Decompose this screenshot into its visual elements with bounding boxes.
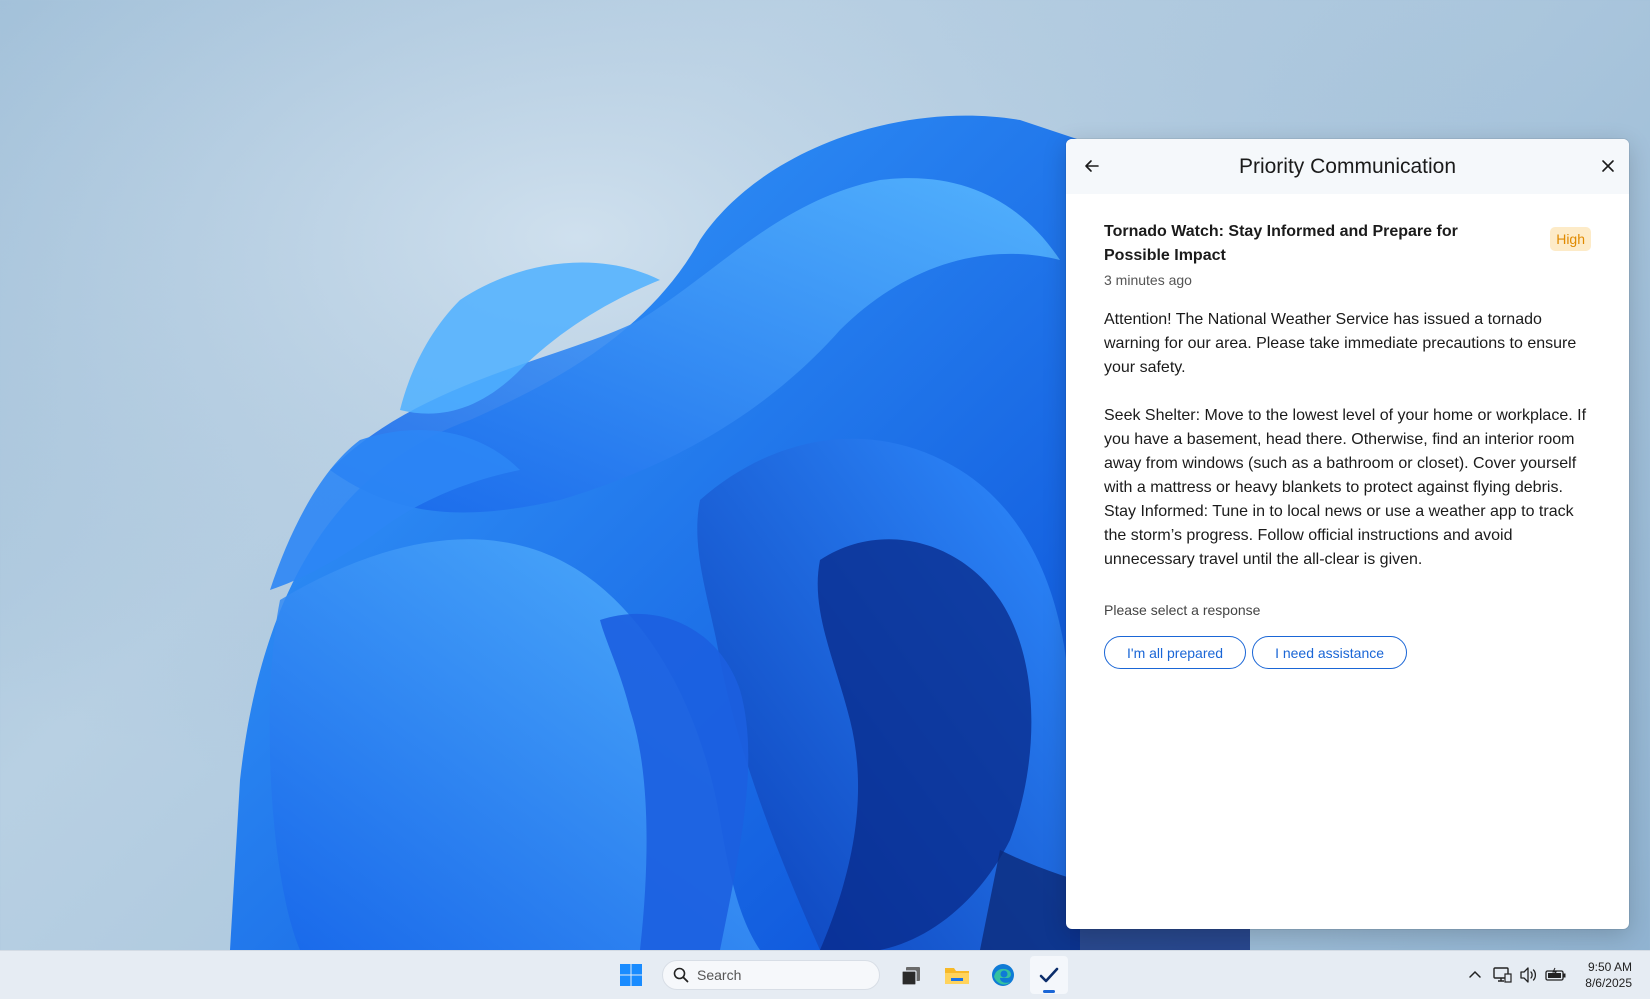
network-icon bbox=[1493, 967, 1512, 983]
show-hidden-icons-button[interactable] bbox=[1463, 963, 1487, 987]
priority-badge: High bbox=[1550, 227, 1591, 251]
windows-start-icon bbox=[620, 964, 642, 986]
network-button[interactable] bbox=[1490, 963, 1514, 987]
response-prompt: Please select a response bbox=[1104, 602, 1261, 618]
file-explorer-icon bbox=[945, 968, 969, 984]
close-icon bbox=[1602, 160, 1614, 172]
checkmark-app-button[interactable] bbox=[1030, 956, 1068, 994]
edge-browser-icon bbox=[992, 964, 1014, 986]
response-options: I'm all prepared I need assistance bbox=[1104, 636, 1591, 669]
message-paragraph: Seek Shelter: Move to the lowest level o… bbox=[1104, 407, 1587, 496]
panel-title: Priority Communication bbox=[1238, 154, 1457, 178]
close-button[interactable] bbox=[1593, 151, 1623, 181]
battery-icon bbox=[1545, 967, 1566, 981]
system-tray: 9:50 AM 8/6/2025 bbox=[1463, 951, 1650, 999]
message-title: Tornado Watch: Stay Informed and Prepare… bbox=[1104, 223, 1458, 264]
edge-browser-button[interactable] bbox=[984, 956, 1022, 994]
clock-time: 9:50 AM bbox=[1587, 960, 1632, 974]
checkmark-app-icon bbox=[1039, 967, 1059, 983]
start-button[interactable] bbox=[612, 956, 650, 994]
panel-header: Priority Communication bbox=[1066, 139, 1629, 194]
message-body: Attention! The National Weather Service … bbox=[1104, 308, 1591, 572]
message-timestamp: 3 minutes ago bbox=[1104, 272, 1192, 288]
back-button[interactable] bbox=[1077, 151, 1107, 181]
all-prepared-button[interactable]: I'm all prepared bbox=[1104, 636, 1247, 669]
task-view-icon bbox=[901, 967, 920, 986]
battery-button[interactable] bbox=[1544, 963, 1568, 987]
taskbar-search[interactable]: Search bbox=[662, 960, 880, 990]
taskbar: Search 9:50 AM 8/6/2025 bbox=[0, 950, 1650, 999]
task-view-button[interactable] bbox=[892, 956, 930, 994]
message-paragraph: Attention! The National Weather Service … bbox=[1104, 311, 1577, 376]
message-paragraph: Stay Informed: Tune in to local news or … bbox=[1104, 503, 1574, 568]
clock[interactable]: 9:50 AM 8/6/2025 bbox=[1585, 959, 1632, 991]
file-explorer-button[interactable] bbox=[938, 956, 976, 994]
volume-icon bbox=[1520, 967, 1537, 983]
priority-communication-panel: Priority Communication Tornado Watch: St… bbox=[1066, 139, 1629, 929]
message-header: Tornado Watch: Stay Informed and Prepare… bbox=[1104, 220, 1591, 268]
arrow-left-icon bbox=[1085, 160, 1099, 172]
clock-date: 8/6/2025 bbox=[1585, 976, 1632, 990]
need-assistance-button[interactable]: I need assistance bbox=[1252, 636, 1408, 669]
search-placeholder: Search bbox=[697, 967, 742, 983]
search-icon bbox=[673, 967, 689, 983]
chevron-up-icon bbox=[1469, 970, 1482, 978]
volume-button[interactable] bbox=[1517, 963, 1541, 987]
taskbar-apps: Search bbox=[612, 956, 1068, 994]
message-content: Tornado Watch: Stay Informed and Prepare… bbox=[1066, 220, 1629, 669]
